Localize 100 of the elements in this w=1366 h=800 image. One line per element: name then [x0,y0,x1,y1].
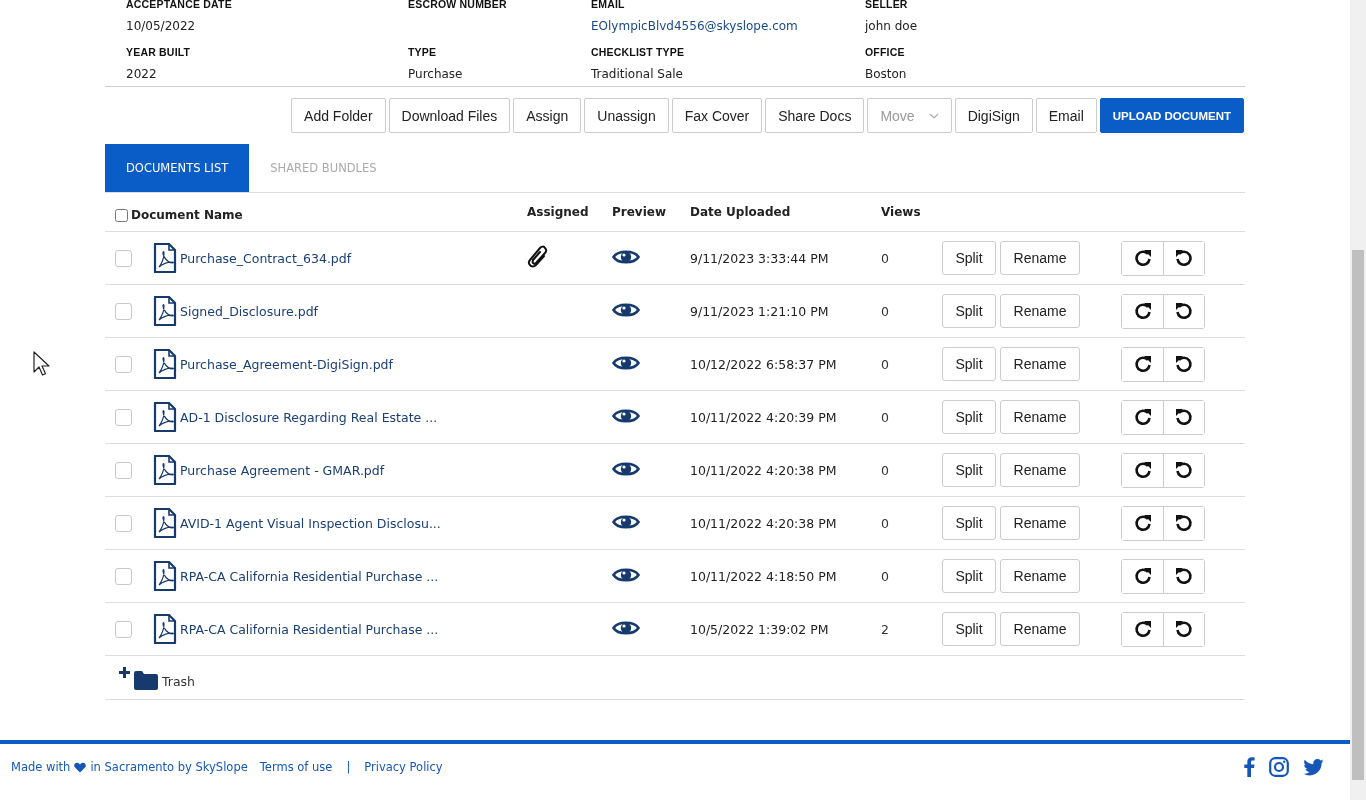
rename-button[interactable]: Rename [1000,612,1080,646]
field-label: SELLER [865,0,909,10]
preview-eye-icon[interactable] [612,353,640,372]
document-link[interactable]: Purchase_Agreement-DigiSign.pdf [180,356,393,372]
preview-eye-icon[interactable] [612,459,640,478]
rotate-counterclockwise-button[interactable] [1163,347,1204,381]
field-value: Traditional Sale [591,67,684,82]
toolbar-button[interactable]: Download Files [388,98,511,133]
views-count: 0 [881,462,889,478]
rotate-counterclockwise-button[interactable] [1163,506,1204,540]
preview-eye-icon[interactable] [612,406,640,425]
date-cell: 10/11/2022 4:20:38 PM [690,515,837,531]
rename-button[interactable]: Rename [1000,347,1080,381]
field-value: Boston [865,67,908,82]
folder-label[interactable]: Trash [162,674,196,689]
instagram-icon[interactable] [1269,757,1289,777]
toolbar-button[interactable]: Unassign [584,98,669,133]
rename-button[interactable]: Rename [1000,506,1080,540]
rotate-counterclockwise-button[interactable] [1163,612,1204,646]
preview-eye-icon[interactable] [612,565,640,584]
split-button[interactable]: Split [942,453,996,487]
field-value: 10/05/2022 [126,19,197,34]
select-all-checkbox[interactable] [115,208,128,222]
toolbar-button[interactable]: Assign [513,98,582,133]
rename-button[interactable]: Rename [1000,400,1080,434]
mouse-pointer-icon [33,351,51,377]
split-button[interactable]: Split [942,241,996,275]
rotate-counterclockwise-button[interactable] [1163,241,1204,275]
document-link[interactable]: RPA-CA California Residential Purchase ... [180,621,439,637]
toolbar-button[interactable]: DigiSign [954,98,1033,133]
rotate-left-icon [1175,249,1193,267]
field-label: YEAR BUILT [126,46,192,58]
tab[interactable]: DOCUMENTS LIST [105,144,250,192]
rotate-left-icon [1175,620,1193,638]
date-cell: 9/11/2023 1:21:10 PM [690,303,829,319]
field-label: CHECKLIST TYPE [591,46,686,58]
rotate-right-icon [1133,461,1152,479]
rotate-counterclockwise-button[interactable] [1163,559,1204,593]
toolbar-button[interactable]: UPLOAD DOCUMENT [1099,98,1244,133]
toolbar-button[interactable]: Email [1035,98,1097,133]
split-button[interactable]: Split [942,506,996,540]
document-link[interactable]: RPA-CA California Residential Purchase ... [180,568,439,584]
document-link[interactable]: Signed_Disclosure.pdf [180,303,318,319]
views-count: 0 [881,303,889,319]
pdf-file-icon [153,561,177,591]
split-button[interactable]: Split [942,559,996,593]
pdf-file-icon [153,508,177,538]
preview-eye-icon[interactable] [612,300,640,319]
pdf-file-icon [153,296,177,326]
rotate-left-icon [1175,408,1193,426]
email-link[interactable]: EOlympicBlvd4556@skyslope.com [591,19,865,34]
row-checkbox[interactable] [115,461,132,479]
row-checkbox[interactable] [115,302,132,320]
rename-button[interactable]: Rename [1000,559,1080,593]
toolbar-button[interactable]: Fax Cover [671,98,763,133]
field-label: ACCEPTANCE DATE [126,0,233,10]
row-checkbox[interactable] [115,408,132,426]
row-checkbox[interactable] [115,355,132,373]
rotate-counterclockwise-button[interactable] [1163,400,1204,434]
views-count: 0 [881,568,889,584]
split-button[interactable]: Split [942,347,996,381]
views-count: 0 [881,515,889,531]
plus-icon[interactable] [119,667,130,678]
scrollbar[interactable] [1350,0,1366,800]
row-checkbox[interactable] [115,567,132,585]
row-checkbox[interactable] [115,620,132,638]
twitter-icon[interactable] [1303,758,1324,776]
privacy-link[interactable]: Privacy Policy [364,760,443,774]
rotate-counterclockwise-button[interactable] [1163,294,1204,328]
date-cell: 10/11/2022 4:18:50 PM [690,568,837,584]
pdf-file-icon [153,243,177,273]
field-value: john doe [865,19,919,34]
rotate-counterclockwise-button[interactable] [1163,453,1204,487]
column-header: Views [881,205,921,219]
rename-button[interactable]: Rename [1000,294,1080,328]
field-value: Purchase [408,67,464,82]
rename-button[interactable]: Rename [1000,453,1080,487]
preview-eye-icon[interactable] [612,247,640,266]
pdf-file-icon [153,402,177,432]
toolbar-button[interactable]: Add Folder [291,98,386,133]
footer-credit: in Sacramento by SkySlope [90,760,248,774]
rename-button[interactable]: Rename [1000,241,1080,275]
document-link[interactable]: AVID-1 Agent Visual Inspection Disclosu... [180,515,441,531]
document-link[interactable]: Purchase Agreement - GMAR.pdf [180,462,385,478]
field-label: OFFICE [865,46,906,58]
toolbar-button[interactable]: Share Docs [765,98,865,133]
facebook-icon[interactable] [1244,757,1255,777]
separator: | [346,760,351,774]
terms-link[interactable]: Terms of use [259,760,333,774]
preview-eye-icon[interactable] [612,618,640,637]
split-button[interactable]: Split [942,294,996,328]
preview-eye-icon[interactable] [612,512,640,531]
footer-credit: Made with [11,760,71,774]
split-button[interactable]: Split [942,612,996,646]
split-button[interactable]: Split [942,400,996,434]
document-link[interactable]: AD-1 Disclosure Regarding Real Estate ... [180,409,438,425]
document-link[interactable]: Purchase_Contract_634.pdf [180,250,352,266]
row-checkbox[interactable] [115,249,132,267]
pdf-file-icon [153,455,177,485]
row-checkbox[interactable] [115,514,132,532]
